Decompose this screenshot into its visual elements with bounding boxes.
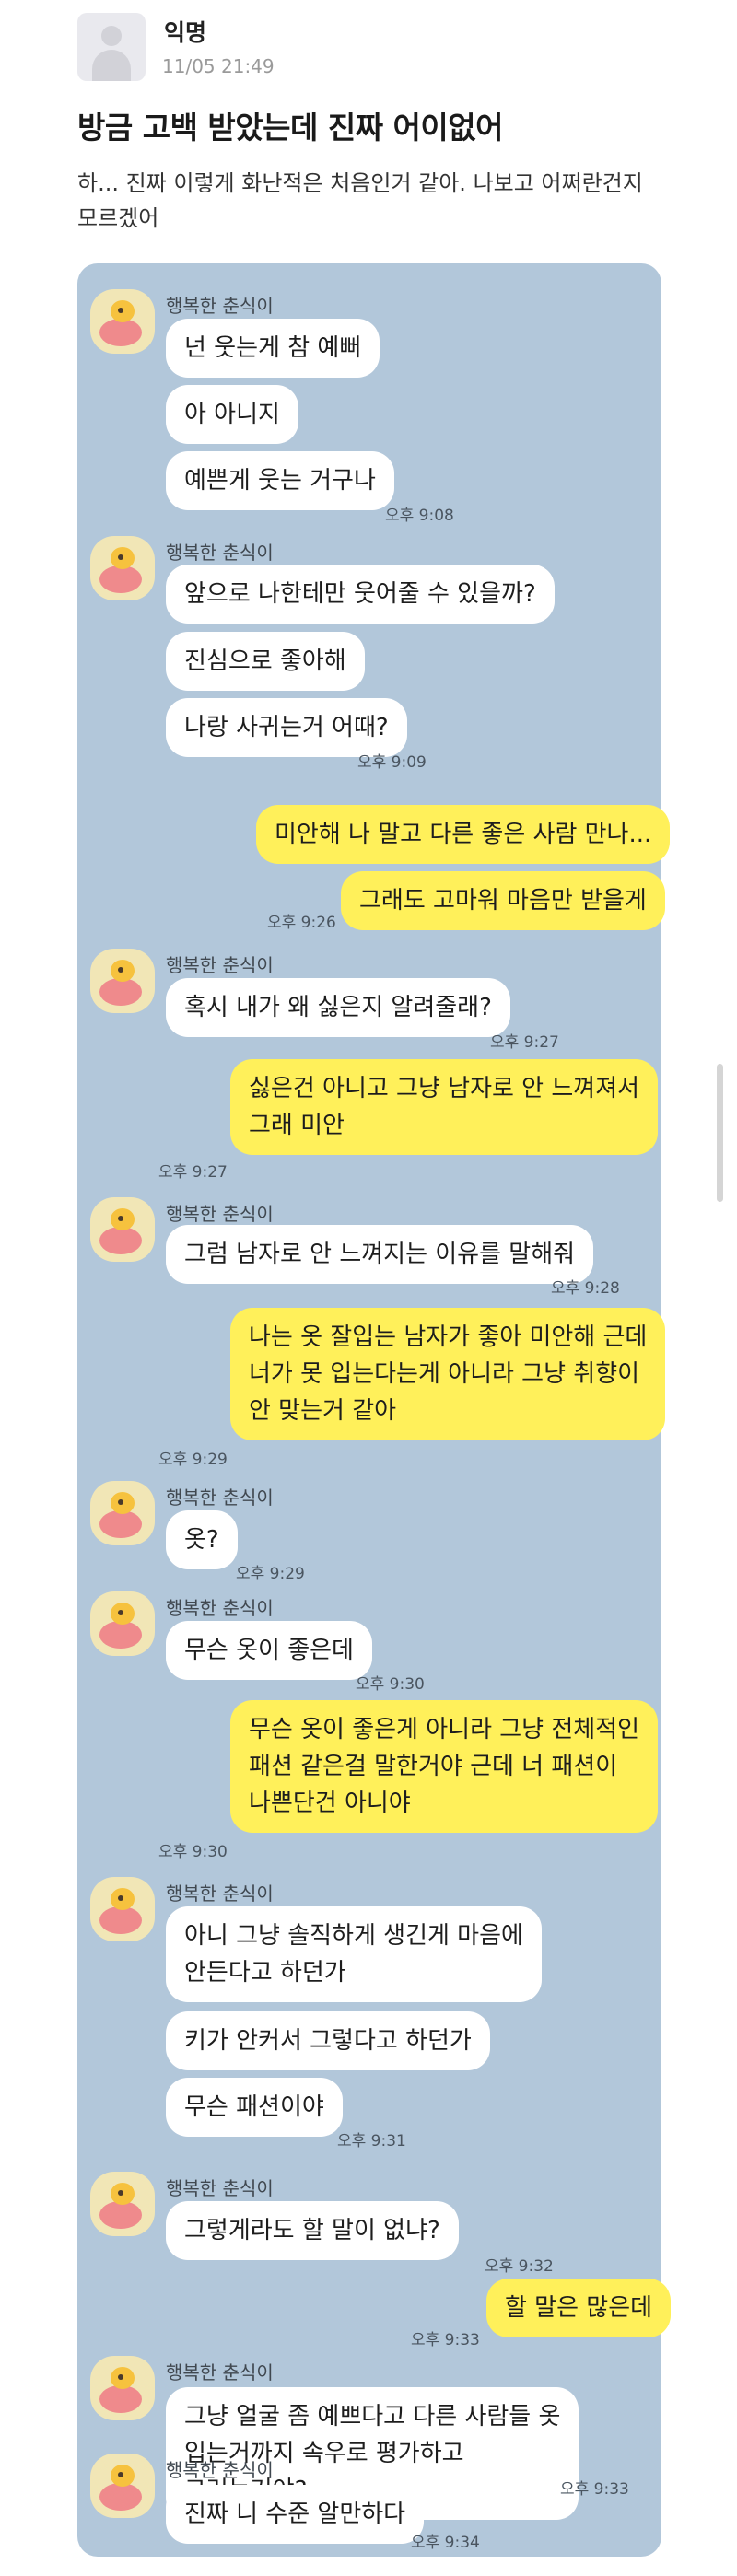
chat-message: 앞으로 나한테만 웃어줄 수 있을까? <box>166 565 555 624</box>
sender-profile-icon <box>90 949 155 1013</box>
message-time: 오후 9:30 <box>356 1675 425 1694</box>
chat-message: 미안해 나 말고 다른 좋은 사람 만나... <box>256 805 671 864</box>
sender-name: 행복한 춘식이 <box>166 1203 274 1225</box>
page-scrollbar[interactable] <box>717 1064 723 1202</box>
sender-name: 행복한 춘식이 <box>166 542 274 564</box>
message-time: 오후 9:26 <box>267 914 336 932</box>
sender-name: 행복한 춘식이 <box>166 2361 274 2384</box>
message-time: 오후 9:34 <box>411 2534 480 2552</box>
chat-message: 옷? <box>166 1510 238 1569</box>
chat-message: 혹시 내가 왜 싫은지 알려줄래? <box>166 978 510 1037</box>
chat-message: 나는 옷 잘입는 남자가 좋아 미안해 근데 너가 못 입는다는게 아니라 그냥… <box>230 1308 666 1440</box>
message-time: 오후 9:08 <box>385 507 454 525</box>
chat-message: 넌 웃는게 참 예뻐 <box>166 319 380 378</box>
chat-message: 그래도 고마워 마음만 받을게 <box>341 871 665 930</box>
sender-profile-icon <box>90 1481 155 1545</box>
message-time: 오후 9:27 <box>490 1033 559 1052</box>
sender-profile-icon <box>90 536 155 600</box>
sender-name: 행복한 춘식이 <box>166 2459 274 2481</box>
chat-message: 할 말은 많은데 <box>486 2279 672 2337</box>
chat-message: 무슨 옷이 좋은데 <box>166 1621 372 1680</box>
message-time: 오후 9:09 <box>357 753 427 772</box>
chat-message: 그렇게라도 할 말이 없냐? <box>166 2201 459 2260</box>
chat-screenshot: 행복한 춘식이 넌 웃는게 참 예뻐 아 아니지 예쁜게 웃는 거구나 오후 9… <box>77 263 672 2557</box>
author-name[interactable]: 익명 <box>164 15 206 48</box>
message-time: 오후 9:28 <box>551 1279 620 1298</box>
sender-name: 행복한 춘식이 <box>166 1597 274 1619</box>
sender-profile-icon <box>90 2454 155 2518</box>
chat-message: 싫은건 아니고 그냥 남자로 안 느껴져서 그래 미안 <box>230 1059 659 1155</box>
chat-message: 무슨 패션이야 <box>166 2078 343 2137</box>
chat-message: 그럼 남자로 안 느껴지는 이유를 말해줘 <box>166 1225 594 1284</box>
message-time: 오후 9:29 <box>236 1565 305 1583</box>
sender-name: 행복한 춘식이 <box>166 2177 274 2199</box>
post-header: 익명 11/05 21:49 <box>0 0 737 92</box>
sender-profile-icon <box>90 1877 155 1941</box>
message-time: 오후 9:33 <box>560 2480 629 2499</box>
chat-message: 진짜 니 수준 알만하다 <box>166 2485 425 2544</box>
message-time: 오후 9:27 <box>158 1163 228 1182</box>
message-time: 오후 9:33 <box>411 2331 480 2349</box>
sender-profile-icon <box>90 1197 155 1262</box>
sender-profile-icon <box>90 1591 155 1656</box>
chat-message: 예쁜게 웃는 거구나 <box>166 451 394 510</box>
chat-message: 무슨 옷이 좋은게 아니라 그냥 전체적인 패션 같은걸 말한거야 근데 너 패… <box>230 1700 659 1833</box>
sender-profile-icon <box>90 289 155 354</box>
message-time: 오후 9:29 <box>158 1451 228 1469</box>
post-date: 11/05 21:49 <box>162 55 275 77</box>
sender-profile-icon <box>90 2356 155 2420</box>
sender-name: 행복한 춘식이 <box>166 954 274 976</box>
chat-message: 진심으로 좋아해 <box>166 632 365 691</box>
chat-message: 아 아니지 <box>166 385 298 444</box>
sender-name: 행복한 춘식이 <box>166 295 274 317</box>
message-time: 오후 9:31 <box>337 2132 406 2151</box>
post-body: 하... 진짜 이렇게 화난적은 처음인거 같아. 나보고 어쩌란건지 모르겠어 <box>77 170 643 231</box>
message-time: 오후 9:32 <box>485 2257 554 2276</box>
sender-name: 행복한 춘식이 <box>166 1882 274 1905</box>
post-title: 방금 고백 받았는데 진짜 어이없어 <box>77 110 504 146</box>
user-avatar-icon[interactable] <box>77 13 146 81</box>
chat-message: 아니 그냥 솔직하게 생긴게 마음에 안든다고 하던가 <box>166 1906 542 2002</box>
sender-profile-icon <box>90 2172 155 2236</box>
message-time: 오후 9:30 <box>158 1843 228 1861</box>
sender-name: 행복한 춘식이 <box>166 1486 274 1509</box>
chat-message: 키가 안커서 그렇다고 하던가 <box>166 2011 490 2070</box>
